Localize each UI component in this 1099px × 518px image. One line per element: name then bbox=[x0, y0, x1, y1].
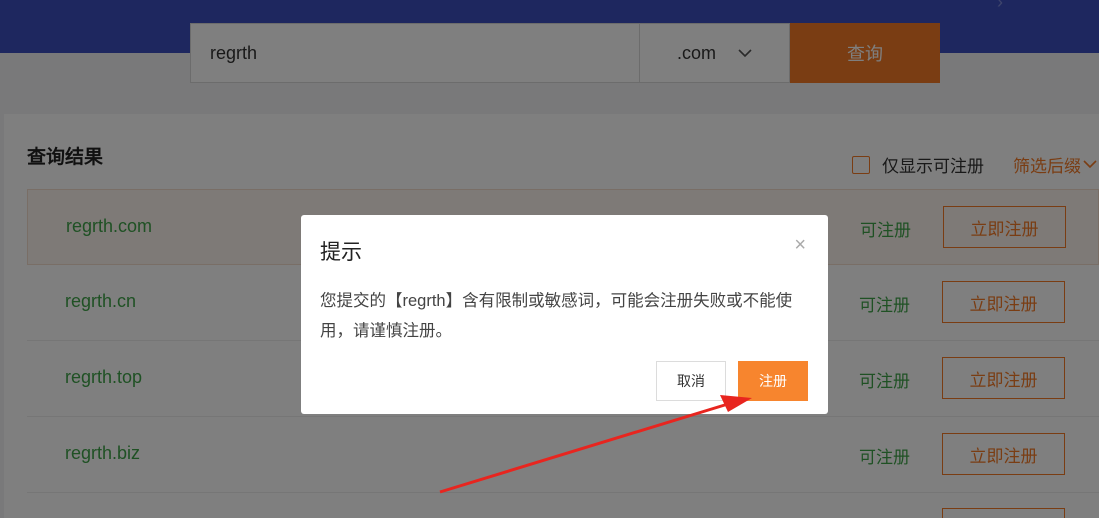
cancel-button[interactable]: 取消 bbox=[656, 361, 726, 401]
dialog-message: 您提交的【regrth】含有限制或敏感词，可能会注册失败或不能使用，请谨慎注册。 bbox=[320, 292, 793, 340]
confirm-register-button[interactable]: 注册 bbox=[738, 361, 808, 401]
warning-dialog: 提示 × 您提交的【regrth】含有限制或敏感词，可能会注册失败或不能使用，请… bbox=[301, 215, 828, 414]
close-icon[interactable]: × bbox=[794, 235, 806, 255]
dialog-title: 提示 bbox=[320, 241, 362, 264]
